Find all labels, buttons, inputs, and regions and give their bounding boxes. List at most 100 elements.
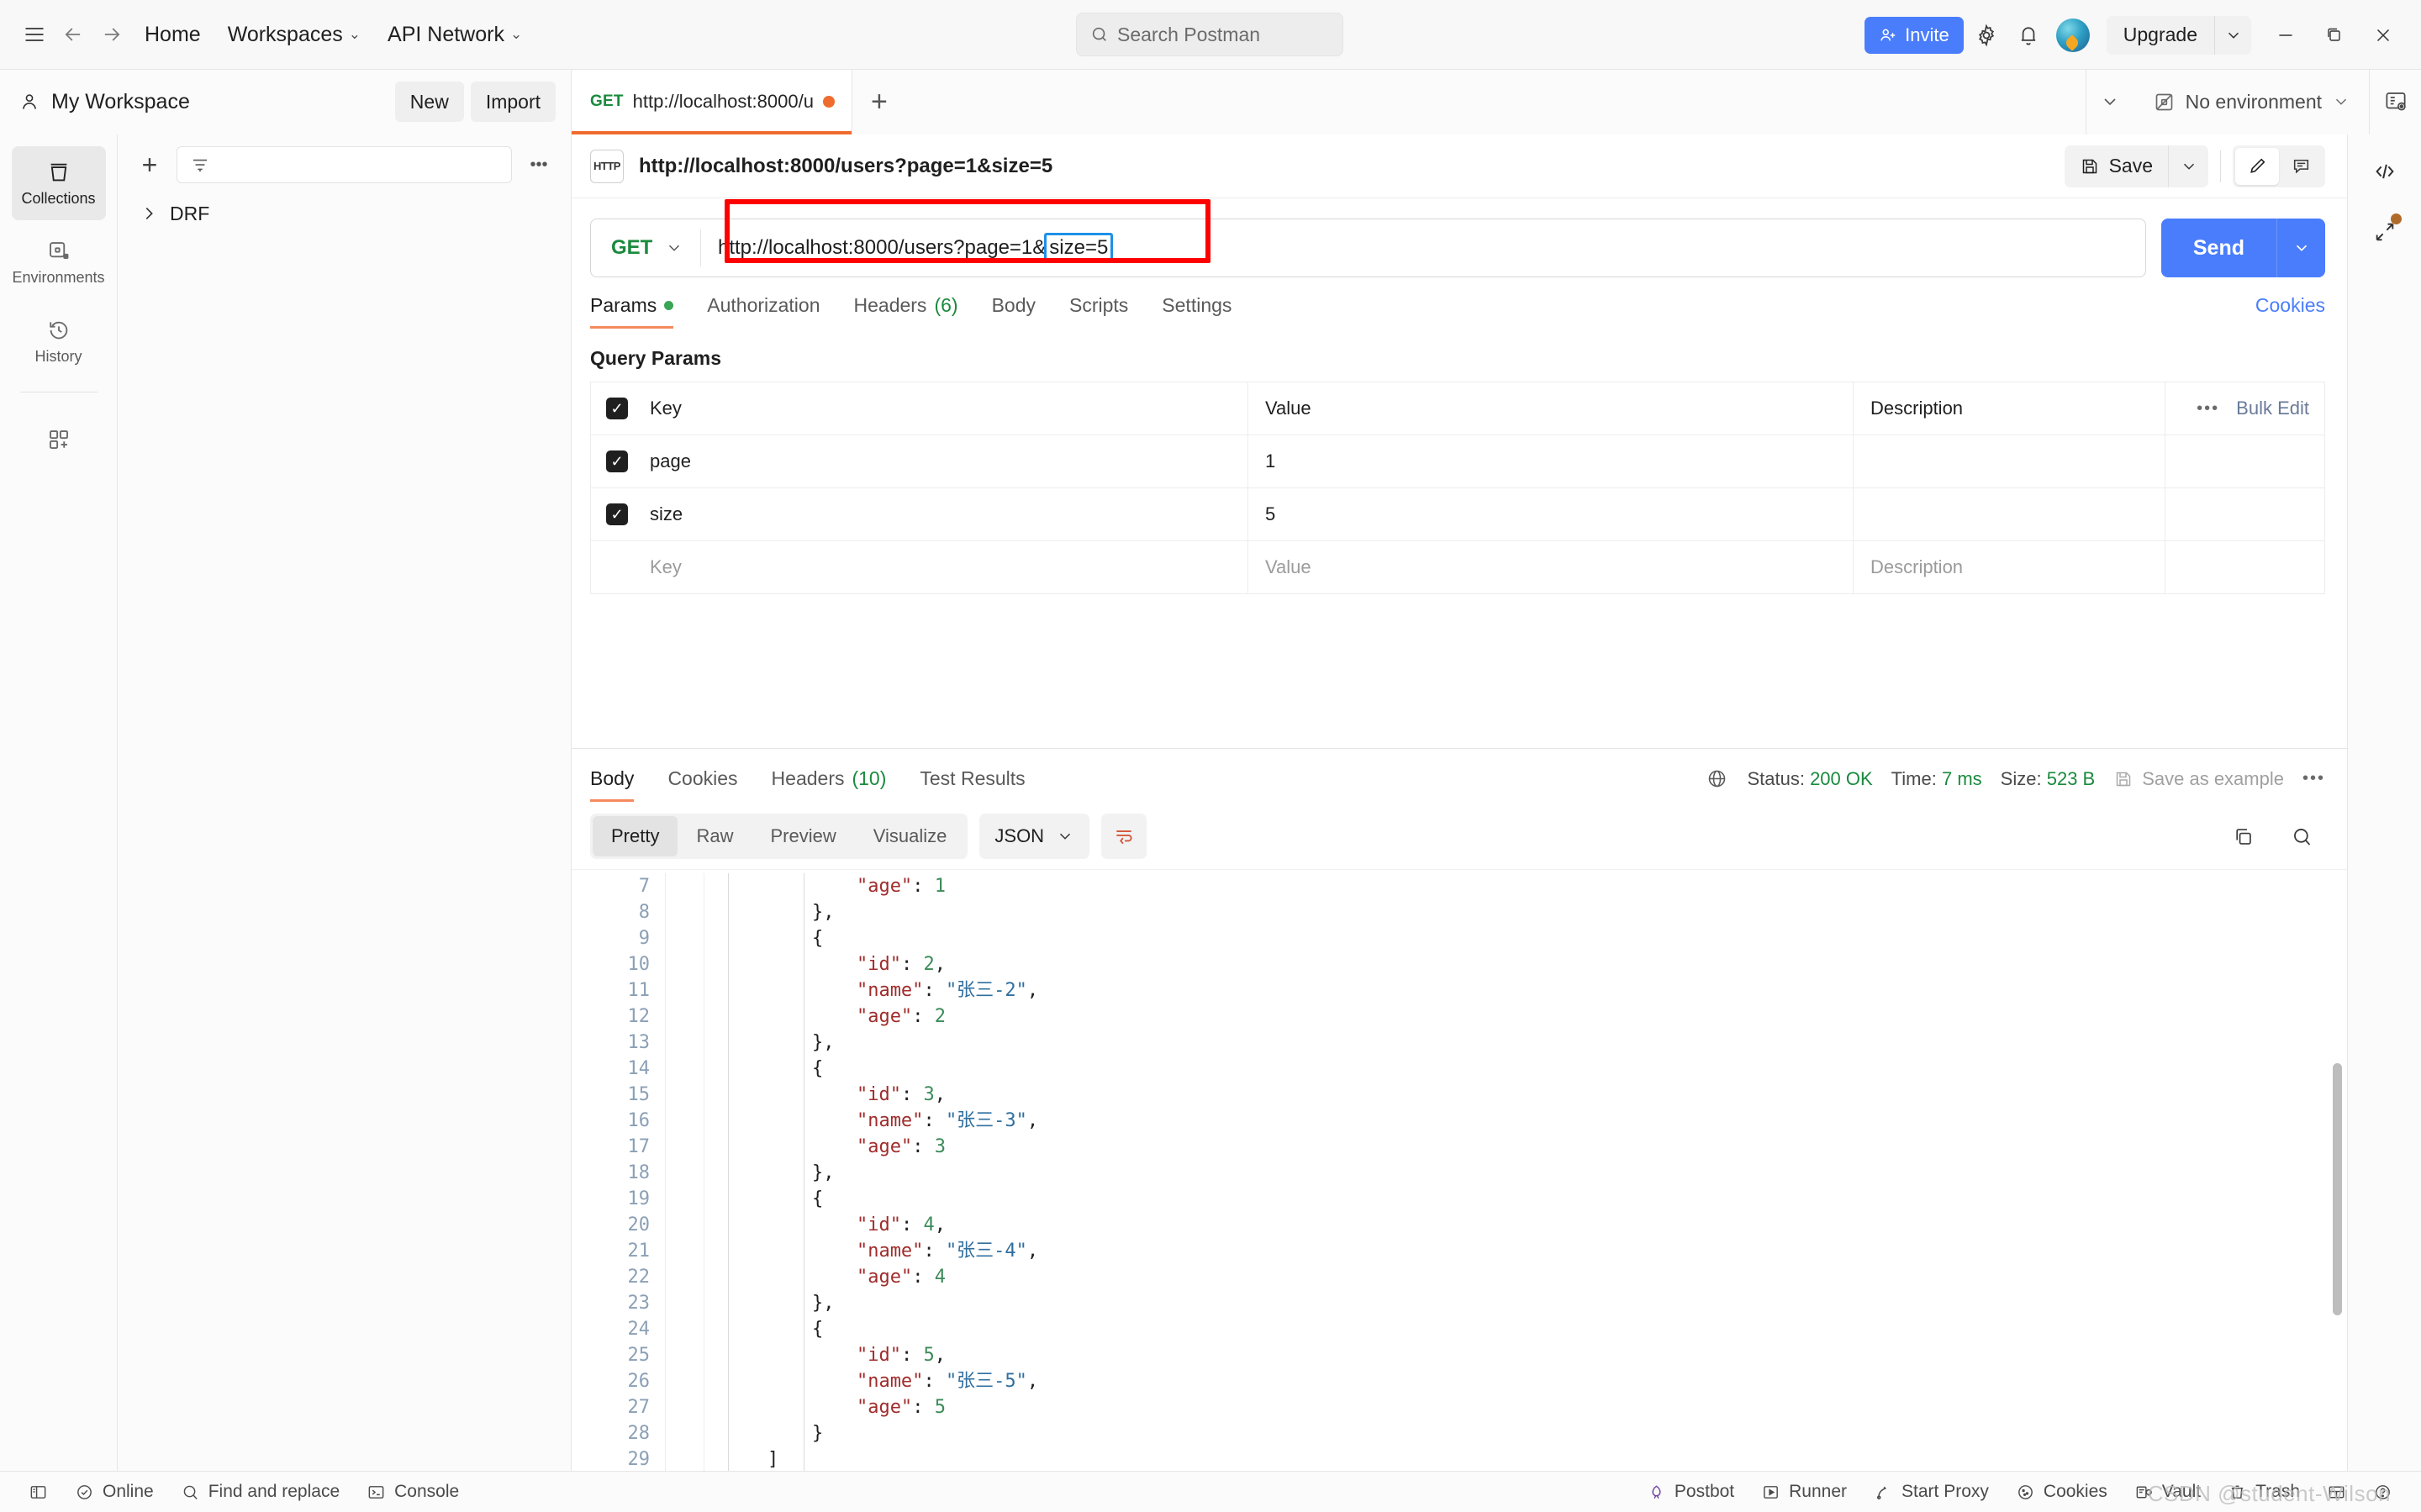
tab-scripts[interactable]: Scripts [1052, 294, 1145, 329]
new-button[interactable]: New [394, 82, 464, 122]
pencil-icon [2250, 158, 2265, 173]
response-vertical-scrollbar[interactable] [2333, 1063, 2342, 1315]
response-tab-cookies[interactable]: Cookies [651, 767, 754, 802]
code-snippet-icon[interactable] [2360, 146, 2410, 197]
notifications-bell-icon[interactable] [2009, 16, 2048, 55]
bulk-edit-button[interactable]: Bulk Edit [2236, 398, 2309, 419]
cookies-button[interactable]: Cookies [2002, 1475, 2121, 1509]
workspace-name[interactable]: My Workspace [0, 90, 190, 114]
search-icon[interactable] [2283, 818, 2320, 855]
tab-authorization[interactable]: Authorization [690, 294, 836, 329]
user-avatar[interactable] [2055, 18, 2090, 52]
code-content[interactable]: "age": 1 }, { "id": 2, "name": "张三-2", "… [704, 873, 2347, 1471]
import-button[interactable]: Import [470, 82, 556, 122]
nav-workspaces[interactable]: Workspaces ⌄ [214, 15, 374, 54]
new-tab-button[interactable]: + [852, 70, 906, 134]
param-value[interactable]: 1 [1248, 435, 1854, 488]
sidebar-item-history[interactable]: History [12, 304, 106, 378]
param-key-placeholder[interactable]: Key [643, 540, 1248, 594]
sidebar-item-collections[interactable]: Collections [11, 146, 106, 220]
save-dropdown-caret[interactable] [2168, 145, 2208, 187]
create-new-collection-button[interactable]: + [133, 148, 166, 182]
cookies-link[interactable]: Cookies [2255, 294, 2325, 329]
param-key[interactable]: size [643, 487, 1248, 541]
tab-settings[interactable]: Settings [1145, 294, 1248, 329]
table-more-options-icon[interactable]: ••• [2197, 399, 2219, 419]
nav-home-label: Home [145, 22, 201, 46]
wrap-lines-button[interactable] [1101, 814, 1147, 859]
nav-home[interactable]: Home [131, 15, 214, 54]
back-arrow-icon[interactable] [54, 15, 92, 54]
environment-selector[interactable]: No environment [2134, 81, 2369, 123]
copy-icon[interactable] [2224, 818, 2261, 855]
help-button[interactable] [2360, 1475, 2406, 1509]
table-row[interactable]: ✓ size 5 [591, 487, 2324, 541]
expand-collapse-icon[interactable] [2360, 207, 2410, 257]
url-input[interactable]: http://localhost:8000/users?page=1& size=… [701, 219, 2145, 277]
layout-toggle-button[interactable] [2313, 1475, 2360, 1509]
invite-button[interactable]: Invite [1865, 16, 1964, 54]
status-online[interactable]: Online [61, 1475, 167, 1509]
response-more-options-icon[interactable]: ••• [2302, 769, 2325, 788]
find-and-replace-button[interactable]: Find and replace [167, 1475, 353, 1509]
trash-button[interactable]: Trash [2214, 1475, 2313, 1509]
response-tab-test-results[interactable]: Test Results [903, 767, 1042, 802]
param-description[interactable] [1854, 488, 2165, 541]
upgrade-button[interactable]: Upgrade [2107, 16, 2214, 55]
request-tab[interactable]: GET http://localhost:8000/u [572, 69, 852, 134]
save-as-example-button[interactable]: Save as example [2113, 768, 2284, 790]
tab-params[interactable]: Params [590, 294, 690, 329]
collections-filter-input[interactable] [177, 146, 512, 183]
window-close-button[interactable] [2360, 14, 2406, 56]
http-method-selector[interactable]: GET [591, 219, 700, 277]
forward-arrow-icon[interactable] [92, 15, 131, 54]
send-dropdown-caret[interactable] [2276, 219, 2325, 277]
postbot-button[interactable]: Postbot [1633, 1475, 1748, 1509]
view-mode-pretty[interactable]: Pretty [593, 816, 678, 856]
response-tab-headers[interactable]: Headers (10) [755, 767, 904, 802]
response-language-selector[interactable]: JSON [979, 814, 1090, 859]
select-all-checkbox[interactable]: ✓ [606, 398, 628, 419]
hamburger-menu-icon[interactable] [15, 15, 54, 54]
collection-item-drf[interactable]: DRF [118, 192, 571, 235]
tab-list-dropdown-icon[interactable] [2085, 69, 2134, 134]
edit-pencil-button[interactable] [2235, 147, 2279, 185]
view-mode-visualize[interactable]: Visualize [855, 816, 966, 856]
param-key[interactable]: page [643, 435, 1248, 488]
nav-api-network[interactable]: API Network ⌄ [374, 15, 535, 54]
settings-gear-icon[interactable] [1967, 16, 2006, 55]
response-tab-body[interactable]: Body [590, 767, 651, 802]
param-description-placeholder[interactable]: Description [1854, 541, 2165, 594]
response-body-viewer[interactable]: 7 8 9 10 11 12 13 14 15 16 17 18 19 20 21 22 23 24 25 26 27 2… [572, 869, 2347, 1471]
sidebar-toggle-button[interactable] [15, 1475, 61, 1509]
row-checkbox[interactable]: ✓ [606, 450, 628, 472]
global-search-input[interactable]: Search Postman [1076, 13, 1343, 56]
tab-headers[interactable]: Headers (6) [837, 294, 975, 329]
param-value[interactable]: 5 [1248, 487, 1854, 541]
send-button[interactable]: Send [2160, 219, 2276, 277]
table-row-placeholder[interactable]: Key Value Description [591, 540, 2324, 594]
response-tab-headers-count: (10) [852, 767, 887, 789]
row-checkbox[interactable]: ✓ [606, 503, 628, 525]
collections-more-options-icon[interactable]: ••• [522, 148, 556, 182]
window-minimize-button[interactable] [2263, 14, 2308, 56]
window-maximize-button[interactable] [2312, 14, 2357, 56]
table-row[interactable]: ✓ page 1 [591, 435, 2324, 488]
param-description[interactable] [1854, 435, 2165, 488]
upgrade-dropdown-caret[interactable] [2214, 15, 2251, 55]
start-proxy-button[interactable]: Start Proxy [1860, 1475, 2002, 1509]
comment-button[interactable] [2279, 148, 2323, 185]
param-value-placeholder[interactable]: Value [1248, 540, 1854, 594]
view-mode-preview[interactable]: Preview [752, 816, 854, 856]
tab-body[interactable]: Body [975, 294, 1052, 329]
sidebar-item-new-module[interactable] [12, 403, 106, 477]
runner-button[interactable]: Runner [1748, 1475, 1860, 1509]
vault-button[interactable]: Vault [2121, 1475, 2214, 1509]
sidebar-item-environments[interactable]: Environments [12, 225, 106, 299]
response-body-scroll[interactable]: 7 8 9 10 11 12 13 14 15 16 17 18 19 20 21 22 23 24 25 26 27 2… [572, 870, 2347, 1471]
environment-quick-look-icon[interactable] [2369, 69, 2421, 134]
view-mode-raw[interactable]: Raw [678, 816, 752, 856]
save-button[interactable]: Save [2065, 145, 2168, 187]
console-button[interactable]: Console [353, 1475, 472, 1509]
code-fold-column[interactable] [666, 873, 704, 1471]
